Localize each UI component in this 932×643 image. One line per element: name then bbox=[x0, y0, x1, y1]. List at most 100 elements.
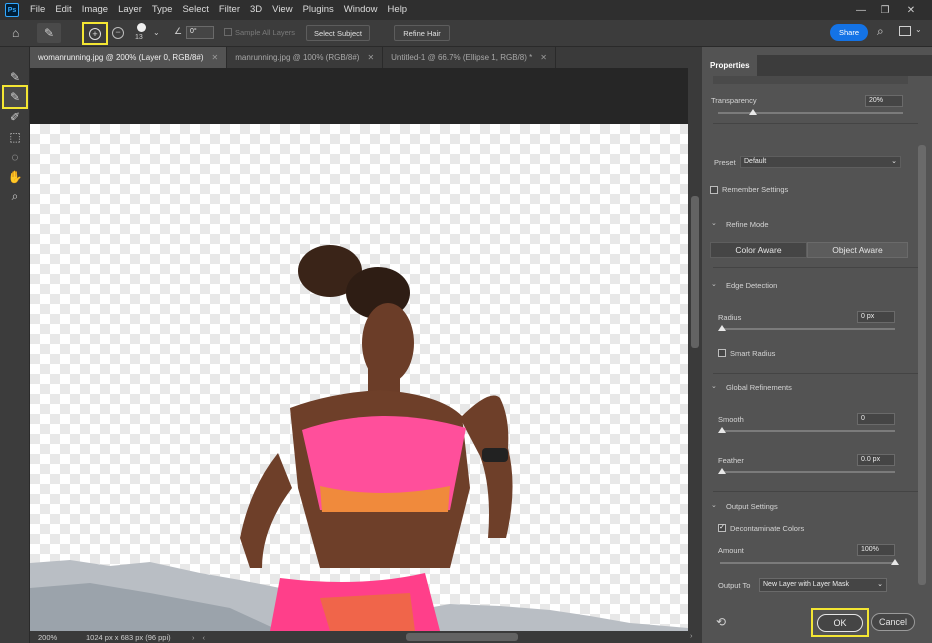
color-aware-button[interactable]: Color Aware bbox=[710, 242, 807, 258]
scrollbar-thumb[interactable] bbox=[691, 196, 699, 348]
remember-settings-checkbox[interactable] bbox=[710, 186, 718, 194]
radius-slider[interactable] bbox=[720, 328, 895, 330]
amount-slider-thumb[interactable] bbox=[891, 559, 899, 565]
divider bbox=[713, 267, 918, 268]
subtract-from-selection-icon[interactable]: − bbox=[112, 27, 124, 39]
preset-value: Default bbox=[744, 158, 767, 165]
feather-slider[interactable] bbox=[720, 471, 895, 473]
tab-label: manrunning.jpg @ 100% (RGB/8#) bbox=[235, 53, 360, 62]
quick-selection-brush-icon[interactable]: ✎ bbox=[4, 67, 26, 87]
ok-button[interactable]: OK bbox=[817, 613, 863, 632]
cancel-button[interactable]: Cancel bbox=[871, 613, 915, 631]
object-aware-button[interactable]: Object Aware bbox=[807, 242, 908, 258]
chevron-down-icon: ⌄ bbox=[891, 158, 897, 165]
angle-icon: ∠ bbox=[174, 26, 183, 36]
menu-items: File Edit Image Layer Type Select Filter 3D View… bbox=[25, 0, 412, 20]
add-to-selection-button[interactable]: + bbox=[82, 22, 108, 45]
amount-slider[interactable] bbox=[720, 562, 895, 564]
menu-layer[interactable]: Layer bbox=[113, 0, 147, 20]
minimize-icon[interactable]: — bbox=[848, 0, 874, 20]
menu-3d[interactable]: 3D bbox=[245, 0, 267, 20]
decontaminate-colors-checkbox[interactable]: ✓ bbox=[718, 524, 726, 532]
document-tabs: womanrunning.jpg @ 200% (Layer 0, RGB/8#… bbox=[30, 47, 702, 68]
workspace-icon[interactable] bbox=[899, 26, 911, 36]
sample-all-layers-label: Sample All Layers bbox=[235, 28, 296, 37]
menu-window[interactable]: Window bbox=[339, 0, 383, 20]
chevron-down-icon[interactable]: ⌄ bbox=[153, 28, 160, 37]
smart-radius-checkbox[interactable] bbox=[718, 349, 726, 357]
edge-detection-chevron-icon[interactable]: ⌄ bbox=[711, 280, 717, 288]
amount-label: Amount bbox=[718, 546, 744, 555]
menu-view[interactable]: View bbox=[267, 0, 297, 20]
menu-select[interactable]: Select bbox=[177, 0, 213, 20]
scroll-right-icon[interactable]: › bbox=[690, 631, 693, 640]
zoom-icon[interactable]: ⌕ bbox=[4, 186, 26, 206]
radius-slider-thumb[interactable] bbox=[718, 325, 726, 331]
menu-file[interactable]: File bbox=[25, 0, 50, 20]
menu-image[interactable]: Image bbox=[77, 0, 113, 20]
radius-field[interactable]: 0 px bbox=[857, 311, 895, 323]
maximize-icon[interactable]: ❐ bbox=[872, 0, 898, 20]
tab-womanrunning[interactable]: womanrunning.jpg @ 200% (Layer 0, RGB/8#… bbox=[30, 47, 228, 68]
global-refinements-title: Global Refinements bbox=[726, 383, 792, 392]
brush-preview-icon[interactable] bbox=[137, 23, 146, 32]
menu-type[interactable]: Type bbox=[147, 0, 178, 20]
refine-mode-chevron-icon[interactable]: ⌄ bbox=[711, 219, 717, 227]
close-tab-icon[interactable]: ✕ bbox=[367, 53, 374, 62]
canvas-vertical-scrollbar[interactable] bbox=[688, 68, 702, 631]
output-to-value: New Layer with Layer Mask bbox=[763, 581, 849, 588]
divider bbox=[713, 373, 918, 374]
menu-plugins[interactable]: Plugins bbox=[298, 0, 339, 20]
preset-dropdown[interactable]: Default ⌄ bbox=[740, 156, 901, 168]
smooth-slider-thumb[interactable] bbox=[718, 427, 726, 433]
document-canvas[interactable] bbox=[30, 68, 688, 631]
close-tab-icon[interactable]: ✕ bbox=[540, 53, 547, 62]
share-button[interactable]: Share bbox=[830, 24, 868, 41]
feather-slider-thumb[interactable] bbox=[718, 468, 726, 474]
menu-bar: Ps File Edit Image Layer Type Select Filter 3D V… bbox=[0, 0, 932, 20]
chevron-down-icon: ⌄ bbox=[877, 581, 883, 588]
tab-label: womanrunning.jpg @ 200% (Layer 0, RGB/8#… bbox=[38, 53, 204, 62]
search-icon[interactable]: ⌕ bbox=[877, 24, 884, 39]
tab-untitled[interactable]: Untitled-1 @ 66.7% (Ellipse 1, RGB/8) * ✕ bbox=[383, 47, 556, 68]
close-tab-icon[interactable]: ✕ bbox=[212, 53, 219, 62]
select-subject-button[interactable]: Select Subject bbox=[306, 25, 370, 41]
output-settings-chevron-icon[interactable]: ⌄ bbox=[711, 501, 717, 509]
panel-tab-row: Properties bbox=[703, 55, 932, 76]
menu-filter[interactable]: Filter bbox=[214, 0, 245, 20]
transparency-slider-thumb[interactable] bbox=[749, 109, 757, 115]
scroll-left-icon[interactable]: ‹ bbox=[195, 633, 206, 642]
object-selection-icon[interactable]: ⬚ bbox=[4, 127, 26, 147]
smooth-field[interactable]: 0 bbox=[857, 413, 895, 425]
amount-field[interactable]: 100% bbox=[857, 544, 895, 556]
menu-help[interactable]: Help bbox=[383, 0, 413, 20]
panel-scrollbar[interactable] bbox=[918, 145, 926, 585]
output-to-dropdown[interactable]: New Layer with Layer Mask ⌄ bbox=[759, 578, 887, 592]
feather-field[interactable]: 0.0 px bbox=[857, 454, 895, 466]
zoom-level[interactable]: 200% bbox=[30, 633, 78, 642]
menu-edit[interactable]: Edit bbox=[50, 0, 76, 20]
angle-input[interactable]: 0° bbox=[186, 26, 214, 39]
close-icon[interactable]: ✕ bbox=[898, 0, 924, 20]
transparency-label: Transparency bbox=[711, 96, 757, 105]
brush-tool-icon[interactable]: ✐ bbox=[4, 107, 26, 127]
reset-icon[interactable]: ⟲ bbox=[716, 615, 726, 629]
smooth-slider[interactable] bbox=[720, 430, 895, 432]
refine-hair-button[interactable]: Refine Hair bbox=[394, 25, 450, 41]
preset-label: Preset bbox=[714, 158, 736, 167]
refine-edge-brush-tool-icon[interactable]: ✎ bbox=[37, 23, 61, 43]
hand-icon[interactable]: ✋ bbox=[4, 167, 26, 187]
lasso-icon[interactable]: ◌ bbox=[4, 147, 26, 167]
tab-manrunning[interactable]: manrunning.jpg @ 100% (RGB/8#) ✕ bbox=[227, 47, 384, 68]
properties-tab[interactable]: Properties bbox=[703, 55, 757, 76]
output-settings-title: Output Settings bbox=[726, 502, 778, 511]
transparency-slider[interactable] bbox=[718, 112, 903, 114]
global-refinements-chevron-icon[interactable]: ⌄ bbox=[711, 382, 717, 390]
transparency-field[interactable]: 20% bbox=[865, 95, 903, 107]
horizontal-scrollbar-thumb[interactable] bbox=[406, 633, 518, 641]
edge-detection-title: Edge Detection bbox=[726, 281, 778, 290]
sample-all-layers-checkbox[interactable] bbox=[224, 28, 232, 36]
workspace-chevron-icon[interactable]: ⌄ bbox=[915, 25, 922, 34]
refine-edge-brush-icon[interactable]: ✎ bbox=[2, 85, 28, 109]
home-icon[interactable]: ⌂ bbox=[12, 26, 28, 40]
